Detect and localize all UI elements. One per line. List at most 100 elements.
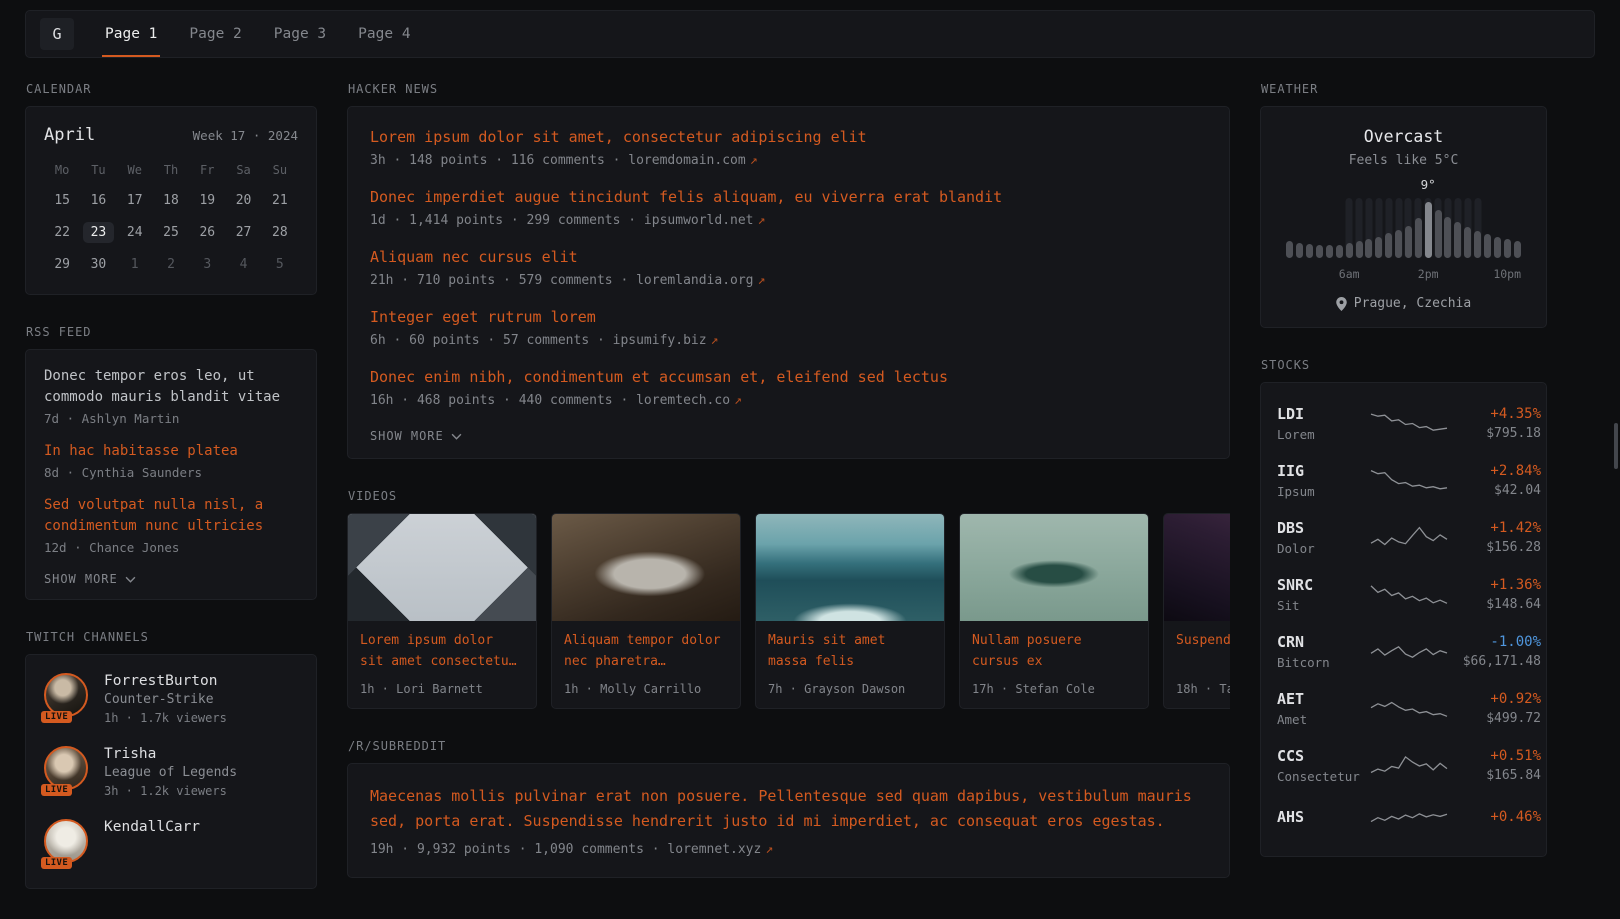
video-card[interactable]: Suspendisse diam 18h · Tara — [1163, 513, 1230, 709]
stock-symbol: AET — [1277, 690, 1369, 708]
hn-story-link[interactable]: Aliquam nec cursus elit — [370, 247, 1207, 268]
hacker-news-panel: Lorem ipsum dolor sit amet, consectetur … — [347, 106, 1230, 459]
avatar: LIVE — [44, 819, 90, 865]
page-tabs: Page 1 Page 2 Page 3 Page 4 — [102, 11, 414, 57]
calendar-day-today: 23 — [80, 217, 116, 248]
stock-price: $795.18 — [1449, 426, 1541, 441]
calendar-widget: CALENDAR April Week 17 · 2024 Mo Tu We T… — [25, 82, 317, 295]
stock-name: Lorem — [1277, 427, 1369, 442]
weather-hour-bar — [1483, 198, 1493, 258]
calendar-day-next-month: 5 — [262, 249, 298, 280]
hn-story-link[interactable]: Lorem ipsum dolor sit amet, consectetur … — [370, 127, 1207, 148]
rss-item-link[interactable]: Donec tempor eros leo, ut commodo mauris… — [44, 366, 298, 408]
weather-hour-bar — [1295, 198, 1305, 258]
day-name: Mo — [44, 163, 80, 177]
top-bar: G Page 1 Page 2 Page 3 Page 4 — [25, 10, 1595, 58]
stock-name: Dolor — [1277, 541, 1369, 556]
stock-sparkline — [1369, 751, 1449, 781]
rss-item-link[interactable]: In hac habitasse platea — [44, 441, 298, 462]
hn-story: Integer eget rutrum lorem 6h · 60 points… — [370, 307, 1207, 348]
stock-row[interactable]: LDILorem +4.35%$795.18 — [1277, 395, 1530, 452]
rss-panel: Donec tempor eros leo, ut commodo mauris… — [25, 349, 317, 600]
weather-hour-bar — [1315, 198, 1325, 258]
video-card[interactable]: Nullam posuere cursus ex 17h · Stefan Co… — [959, 513, 1149, 709]
hn-story: Donec imperdiet augue tincidunt felis al… — [370, 187, 1207, 228]
reddit-post-link[interactable]: Maecenas mollis pulvinar erat non posuer… — [370, 784, 1207, 834]
stock-row[interactable]: DBSDolor +1.42%$156.28 — [1277, 509, 1530, 566]
weather-time-label: 10pm — [1493, 267, 1521, 281]
calendar-day: 16 — [80, 185, 116, 216]
tab-page-3[interactable]: Page 3 — [271, 11, 329, 57]
stock-row[interactable]: IIGIpsum +2.84%$42.04 — [1277, 452, 1530, 509]
live-badge: LIVE — [41, 784, 72, 796]
weather-hour-bar — [1305, 198, 1315, 258]
videos-widget: VIDEOS Lorem ipsum dolor sit amet consec… — [347, 489, 1230, 709]
twitch-channel[interactable]: LIVE Trisha League of Legends 3h · 1.2k … — [44, 746, 298, 798]
page-content: CALENDAR April Week 17 · 2024 Mo Tu We T… — [0, 58, 1620, 919]
calendar-day: 27 — [225, 217, 261, 248]
stock-row[interactable]: SNRCSit +1.36%$148.64 — [1277, 566, 1530, 623]
hn-show-more-button[interactable]: SHOW MORE — [370, 429, 462, 443]
calendar-day: 22 — [44, 217, 80, 248]
right-column: WEATHER Overcast Feels like 5°C 9° 6am 2… — [1260, 82, 1547, 887]
stock-change: +0.92% — [1449, 691, 1541, 707]
twitch-channel[interactable]: LIVE KendallCarr — [44, 819, 298, 865]
rss-item-meta: 7d · Ashlyn Martin — [44, 411, 298, 426]
left-column: CALENDAR April Week 17 · 2024 Mo Tu We T… — [25, 82, 317, 919]
stock-change: +4.35% — [1449, 406, 1541, 422]
video-card[interactable]: Aliquam tempor dolor nec pharetra… 1h · … — [551, 513, 741, 709]
rss-item: Sed volutpat nulla nisl, a condimentum n… — [44, 495, 298, 555]
rss-item-link[interactable]: Sed volutpat nulla nisl, a condimentum n… — [44, 495, 298, 537]
hn-story: Lorem ipsum dolor sit amet, consectetur … — [370, 127, 1207, 168]
stock-change: +1.36% — [1449, 577, 1541, 593]
external-link-icon: ↗ — [765, 842, 773, 857]
weather-hour-bar — [1433, 198, 1443, 258]
twitch-channel[interactable]: LIVE ForrestBurton Counter-Strike 1h · 1… — [44, 673, 298, 725]
rss-item: In hac habitasse platea 8d · Cynthia Sau… — [44, 441, 298, 480]
video-card[interactable]: Mauris sit amet massa felis 7h · Grayson… — [755, 513, 945, 709]
stock-row[interactable]: AETAmet +0.92%$499.72 — [1277, 680, 1530, 737]
day-name: Tu — [80, 163, 116, 177]
video-thumbnail — [1164, 514, 1230, 621]
calendar-day: 17 — [117, 185, 153, 216]
stock-row[interactable]: CCSConsectetur +0.51%$165.84 — [1277, 737, 1530, 794]
stock-price: $165.84 — [1449, 768, 1541, 783]
video-thumbnail — [552, 514, 740, 621]
avatar: LIVE — [44, 673, 90, 719]
tab-page-4[interactable]: Page 4 — [355, 11, 413, 57]
video-meta: 18h · Tara — [1176, 682, 1230, 696]
rss-item: Donec tempor eros leo, ut commodo mauris… — [44, 366, 298, 426]
video-card[interactable]: Lorem ipsum dolor sit amet consectetu… 1… — [347, 513, 537, 709]
external-link-icon: ↗ — [734, 393, 742, 408]
weather-hour-bar — [1374, 198, 1384, 258]
weather-hour-bar — [1404, 198, 1414, 258]
hn-story-link[interactable]: Donec imperdiet augue tincidunt felis al… — [370, 187, 1207, 208]
weather-hour-bar — [1364, 198, 1374, 258]
section-title-subreddit: /R/SUBREDDIT — [348, 739, 1230, 753]
stock-change: +2.84% — [1449, 463, 1541, 479]
stock-row[interactable]: CRNBitcorn -1.00%$66,171.48 — [1277, 623, 1530, 680]
calendar-day: 30 — [80, 249, 116, 280]
hn-story-link[interactable]: Donec enim nibh, condimentum et accumsan… — [370, 367, 1207, 388]
stock-symbol: LDI — [1277, 405, 1369, 423]
tab-page-1[interactable]: Page 1 — [102, 11, 160, 57]
app-logo[interactable]: G — [40, 18, 74, 50]
video-title: Aliquam tempor dolor nec pharetra… — [564, 631, 728, 673]
external-link-icon: ↗ — [758, 213, 766, 228]
middle-column: HACKER NEWS Lorem ipsum dolor sit amet, … — [347, 82, 1230, 908]
channel-game: League of Legends — [104, 765, 237, 780]
stock-row[interactable]: AHS +0.46% — [1277, 794, 1530, 844]
hn-story-link[interactable]: Integer eget rutrum lorem — [370, 307, 1207, 328]
stock-price: $66,171.48 — [1449, 654, 1541, 669]
stock-name: Consectetur — [1277, 769, 1369, 784]
stock-sparkline — [1369, 694, 1449, 724]
stock-change: +1.42% — [1449, 520, 1541, 536]
weather-location-text: Prague, Czechia — [1354, 296, 1471, 311]
section-title-hacker-news: HACKER NEWS — [348, 82, 1230, 96]
hn-story-meta: 6h · 60 points · 57 comments · ipsumify.… — [370, 333, 1207, 348]
weather-hour-bar — [1502, 198, 1512, 258]
weather-hour-bar — [1473, 198, 1483, 258]
scrollbar-thumb[interactable] — [1614, 423, 1618, 469]
rss-show-more-button[interactable]: SHOW MORE — [44, 572, 136, 586]
tab-page-2[interactable]: Page 2 — [186, 11, 244, 57]
